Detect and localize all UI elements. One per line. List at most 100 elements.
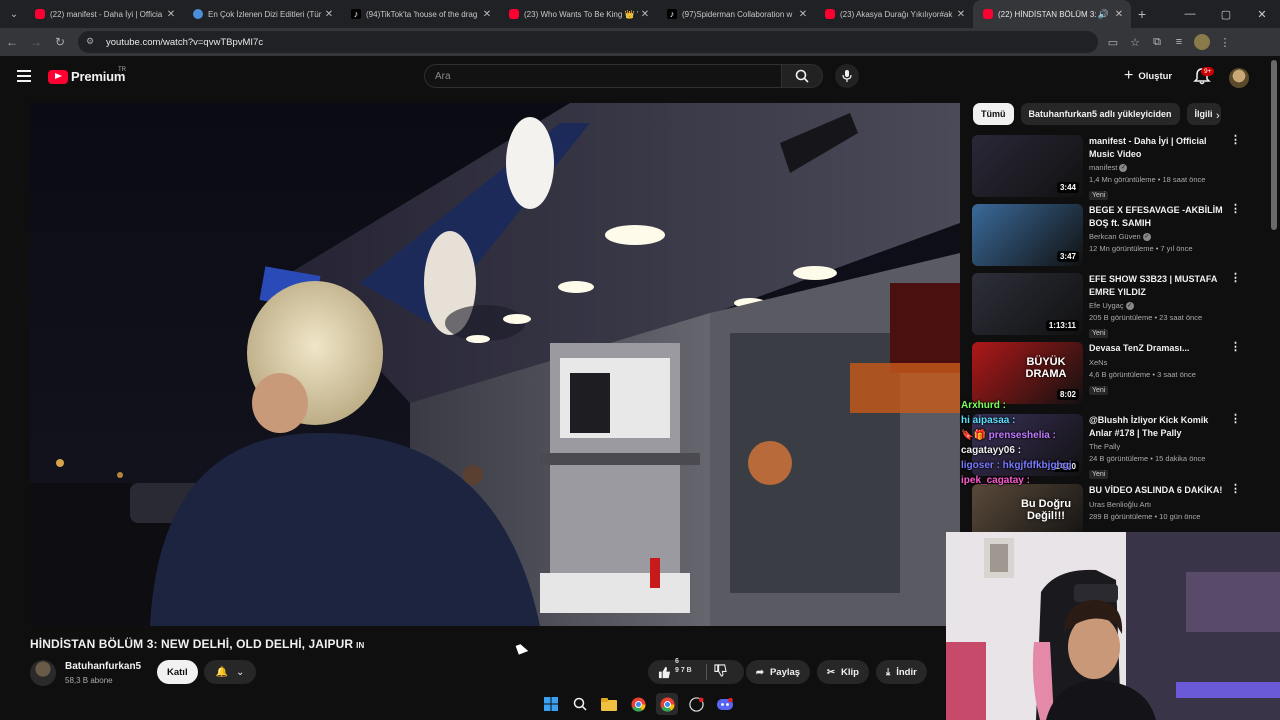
close-tab-icon[interactable]: ✕ xyxy=(323,9,335,20)
maximize-icon[interactable]: ▢ xyxy=(1208,0,1244,28)
join-button[interactable]: Katıl xyxy=(157,660,198,684)
download-button[interactable]: ⤓ İndir xyxy=(876,660,927,684)
browser-tab-6[interactable]: (23) Akasya Durağı Yıkılıyor#ak ✕ xyxy=(815,0,973,28)
browser-tab-3[interactable]: ♪ (94)TikTok'ta 'house of the drag ✕ xyxy=(341,0,499,28)
more-options-icon[interactable]: ⋮ xyxy=(1230,204,1241,215)
page-scrollbar[interactable] xyxy=(1271,60,1277,230)
discord-icon[interactable] xyxy=(714,693,736,715)
voice-search-button[interactable] xyxy=(835,64,859,88)
close-tab-icon[interactable]: ✕ xyxy=(797,9,809,20)
search-input[interactable]: Ara xyxy=(424,64,782,88)
youtube-header: Premium TR Ara + Oluştur xyxy=(0,56,1280,98)
recommended-title[interactable]: Devasa TenZ Draması... xyxy=(1089,342,1225,355)
more-options-icon[interactable]: ⋮ xyxy=(1230,414,1241,425)
close-tab-icon[interactable]: ✕ xyxy=(955,9,967,20)
close-tab-icon[interactable]: ✕ xyxy=(481,9,493,20)
youtube-premium-logo[interactable]: Premium TR xyxy=(48,67,126,84)
hamburger-menu-icon[interactable] xyxy=(17,70,31,82)
account-avatar[interactable] xyxy=(1229,68,1249,88)
video-thumbnail[interactable]: BÜYÜK DRAMA 8:02 xyxy=(972,342,1083,404)
back-arrow-icon[interactable]: ← xyxy=(0,35,24,49)
video-thumbnail[interactable]: 1:13:11 xyxy=(972,273,1083,335)
new-badge: Yeni xyxy=(1089,329,1109,339)
speaker-icon[interactable]: 🔊 xyxy=(1098,9,1109,20)
profile-avatar[interactable] xyxy=(1194,34,1210,50)
browser-tab-strip: ⌄ (22) manifest - Daha İyi | Officia ✕ En… xyxy=(0,0,1280,28)
more-options-icon[interactable]: ⋮ xyxy=(1230,484,1241,495)
close-tab-icon[interactable]: ✕ xyxy=(639,9,651,20)
chip-all[interactable]: Tümü xyxy=(973,103,1014,125)
site-info-icon[interactable]: ⚙ xyxy=(86,36,98,48)
recommended-channel-name[interactable]: Uras Benlioğlu Artı xyxy=(1089,500,1151,509)
channel-name[interactable]: Batuhanfurkan5 xyxy=(65,661,141,672)
create-button[interactable]: + Oluştur xyxy=(1116,65,1180,87)
recommended-title[interactable]: manifest - Daha İyi | Official Music Vid… xyxy=(1089,135,1225,160)
recommended-video[interactable]: 3:47 BEGE X EFESAVAGE -AKBİLİM BOŞ ft. SA… xyxy=(972,204,1252,266)
recommended-title[interactable]: BEGE X EFESAVAGE -AKBİLİM BOŞ ft. SAMIH xyxy=(1089,204,1225,229)
more-options-icon[interactable]: ⋮ xyxy=(1230,135,1241,146)
taskbar-search-icon[interactable] xyxy=(569,693,591,715)
url-field[interactable]: ⚙ youtube.com/watch?v=qvwTBpvMI7c xyxy=(78,31,1098,53)
windows-start-icon[interactable] xyxy=(540,693,562,715)
new-tab-icon[interactable]: + xyxy=(1131,6,1153,22)
close-tab-icon[interactable]: ✕ xyxy=(1113,9,1125,20)
chrome-icon[interactable] xyxy=(627,693,649,715)
recommended-meta: 24 B görüntüleme • 15 dakika önce xyxy=(1089,454,1206,463)
webcam-overlay xyxy=(946,532,1280,720)
share-button[interactable]: ➦ Paylaş xyxy=(746,660,811,684)
search-icon xyxy=(795,69,809,83)
dislike-thumb-icon[interactable] xyxy=(714,664,727,677)
video-thumbnail[interactable]: 3:47 xyxy=(972,204,1083,266)
forward-arrow-icon[interactable]: → xyxy=(24,35,48,49)
recommended-video[interactable]: BÜYÜK DRAMA 8:02 Devasa TenZ Draması... XeN… xyxy=(972,342,1252,404)
close-window-icon[interactable]: ✕ xyxy=(1244,0,1280,28)
browser-tab-2[interactable]: En Çok İzlenen Dizi Editleri (Tür ✕ xyxy=(183,0,341,28)
browser-tab-5[interactable]: ♪ (97)Spiderman Collaboration w ✕ xyxy=(657,0,815,28)
download-label: İndir xyxy=(896,666,917,678)
reload-icon[interactable]: ↻ xyxy=(48,35,72,49)
clip-button[interactable]: ✂ Klip xyxy=(817,660,869,684)
video-player[interactable] xyxy=(30,103,960,626)
cast-icon[interactable]: ▭ xyxy=(1102,36,1124,49)
recommended-title[interactable]: EFE SHOW S3B23 | MUSTAFA EMRE YILDIZ xyxy=(1089,273,1225,298)
tiktok-favicon-icon: ♪ xyxy=(351,9,361,19)
like-thumb-icon[interactable] xyxy=(658,666,671,679)
file-explorer-icon[interactable] xyxy=(598,693,620,715)
browser-menu-icon[interactable]: ⋮ xyxy=(1214,36,1236,49)
close-tab-icon[interactable]: ✕ xyxy=(165,9,177,20)
browser-tab-active[interactable]: (22) HİNDİSTAN BÖLÜM 3: 🔊 ✕ xyxy=(973,0,1131,28)
subscription-notification-button[interactable]: 🔔 ⌄ xyxy=(204,660,256,684)
search-button[interactable] xyxy=(781,64,823,88)
share-arrow-icon: ➦ xyxy=(756,666,764,678)
recommended-channel-name[interactable]: XeNs xyxy=(1089,358,1107,367)
media-control-icon[interactable]: ≡ xyxy=(1168,36,1190,48)
more-options-icon[interactable]: ⋮ xyxy=(1230,342,1241,353)
channel-avatar[interactable] xyxy=(30,660,56,686)
youtube-favicon-icon xyxy=(825,9,835,19)
browser-tab-4[interactable]: (23) Who Wants To Be King 👑 ' ✕ xyxy=(499,0,657,28)
bookmark-star-icon[interactable]: ☆ xyxy=(1124,36,1146,49)
recommended-title[interactable]: BU VİDEO ASLINDA 6 DAKİKA! xyxy=(1089,484,1225,497)
chrome-active-icon[interactable] xyxy=(656,693,678,715)
mouse-cursor-icon xyxy=(515,642,529,655)
recommended-channel-name[interactable]: Efe Uygaç xyxy=(1089,301,1124,310)
extensions-icon[interactable]: ⧉ xyxy=(1146,36,1168,49)
video-thumbnail[interactable]: 3:44 xyxy=(972,135,1083,197)
recommended-channel-name[interactable]: The Pally xyxy=(1089,442,1120,451)
recommended-video[interactable]: 3:44 manifest - Daha İyi | Official Music… xyxy=(972,135,1252,201)
recommended-meta: 1,4 Mn görüntüleme • 18 saat önce xyxy=(1089,175,1206,185)
chip-from-uploader[interactable]: Batuhanfurkan5 adlı yükleyiciden xyxy=(1020,103,1180,125)
create-label: Oluştur xyxy=(1138,70,1173,82)
recommended-channel-name[interactable]: manifest xyxy=(1089,163,1117,172)
tab-label: (22) manifest - Daha İyi | Officia xyxy=(50,9,163,19)
recommended-title[interactable]: @Blushh İzliyor Kick Komik Anlar #178 | … xyxy=(1089,414,1225,439)
recommended-channel-name[interactable]: Berkcan Güven xyxy=(1089,232,1141,241)
chevron-right-icon[interactable]: › xyxy=(1216,110,1220,122)
minimize-icon[interactable]: — xyxy=(1172,0,1208,28)
recommended-video[interactable]: 1:13:11 EFE SHOW S3B23 | MUSTAFA EMRE YIL… xyxy=(972,273,1252,339)
obs-icon[interactable] xyxy=(685,693,707,715)
browser-tab-1[interactable]: (22) manifest - Daha İyi | Officia ✕ xyxy=(25,0,183,28)
tab-search-chevron-icon[interactable]: ⌄ xyxy=(3,3,25,25)
recommended-meta: 12 Mn görüntüleme • 7 yıl önce xyxy=(1089,244,1193,254)
more-options-icon[interactable]: ⋮ xyxy=(1230,273,1241,284)
